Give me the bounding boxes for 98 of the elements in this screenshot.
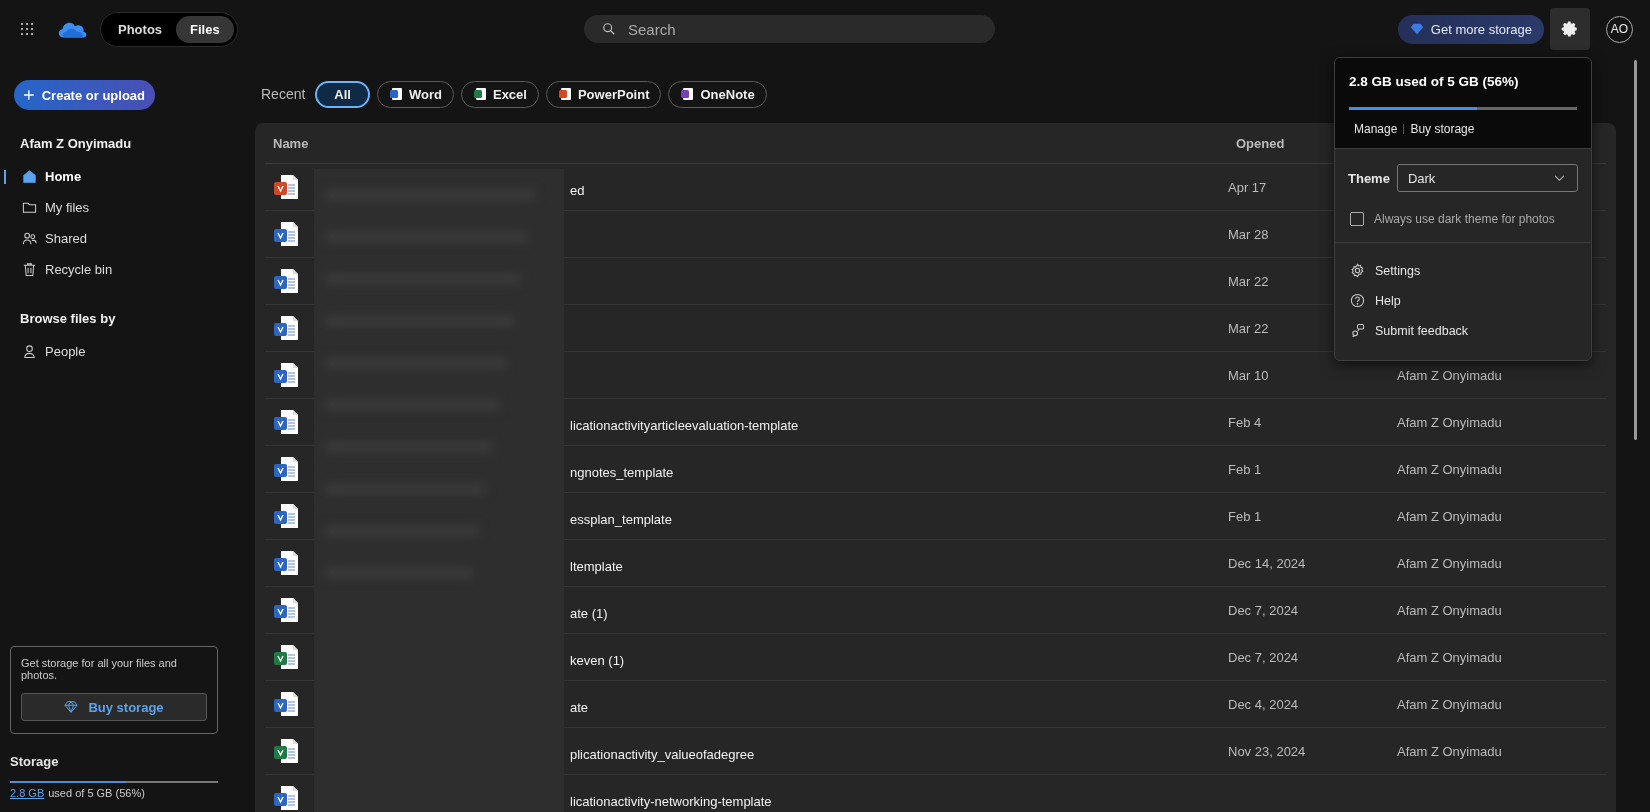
storage-heading: Storage <box>10 754 60 769</box>
opened-date: Dec 7, 2024 <box>1228 602 1299 618</box>
opened-date: Apr 17 <box>1228 179 1267 195</box>
filter-chip[interactable]: All <box>315 80 370 108</box>
excel-file-icon <box>273 737 299 765</box>
word-file-icon <box>273 361 299 389</box>
nav-item[interactable]: Recycle bin <box>0 254 240 285</box>
word-file-icon <box>273 314 299 342</box>
person-icon <box>22 344 37 359</box>
word-app-icon <box>389 87 403 101</box>
view-tab[interactable]: Files <box>176 15 234 43</box>
word-file-icon <box>273 220 299 248</box>
file-name[interactable]: plicationactivity_valueofadegree <box>570 747 755 762</box>
trash-icon <box>22 262 37 277</box>
search-field[interactable]: Search <box>584 15 995 43</box>
theme-dropdown[interactable]: Dark <box>1396 164 1578 192</box>
opened-date: Mar 22 <box>1228 273 1269 289</box>
file-name[interactable]: ngnotes_template <box>570 465 674 480</box>
file-name[interactable]: licationactivityarticleevaluation-template <box>570 418 799 433</box>
create-button[interactable]: Create or upload <box>14 80 155 110</box>
checkbox[interactable] <box>1350 212 1364 226</box>
word-file-icon <box>273 690 299 718</box>
word-file-icon <box>273 784 299 812</box>
owner-name: Afam Z Onyimadu <box>1397 555 1502 571</box>
opened-date: Mar 28 <box>1228 226 1269 242</box>
menu-link[interactable]: Manage <box>1354 122 1398 136</box>
scrollbar-thumb[interactable] <box>1634 60 1637 440</box>
diamond-icon <box>1409 22 1424 36</box>
feedback-icon <box>1350 323 1365 338</box>
owner-name: Afam Z Onyimadu <box>1397 649 1502 665</box>
buy-storage-button[interactable]: Buy storage <box>21 693 207 721</box>
menu-link[interactable]: Buy storage <box>1410 122 1475 136</box>
file-name[interactable]: ate (1) <box>570 606 608 621</box>
excel-file-icon <box>273 643 299 671</box>
file-name[interactable]: ltemplate <box>570 559 623 574</box>
opened-date: Feb 1 <box>1228 508 1262 524</box>
settings-icon <box>1561 20 1579 38</box>
storage-text: used of 5 GB (56%) <box>48 787 145 799</box>
storage-used-link[interactable]: 2.8 GB <box>10 787 45 799</box>
home-icon <box>22 169 37 184</box>
checkbox-label: Always use dark theme for photos <box>1374 212 1555 226</box>
menu-item[interactable]: Settings <box>1350 263 1576 278</box>
promo-text: Get storage for all your files and photos. <box>21 657 178 681</box>
owner-name: Afam Z Onyimadu <box>1397 367 1502 383</box>
storage-usage-text: 2.8 GB used of 5 GB (56%) <box>1349 74 1520 89</box>
nav-item[interactable]: Home <box>0 161 240 192</box>
powerpoint-app-icon <box>557 87 572 101</box>
owner-name: Afam Z Onyimadu <box>1397 508 1502 524</box>
word-file-icon <box>273 502 299 530</box>
file-name[interactable]: keven (1) <box>570 653 625 668</box>
file-name[interactable]: licationactivity-networking-template <box>570 794 772 809</box>
app-launcher-icon[interactable] <box>20 22 34 36</box>
settings-button[interactable] <box>1550 8 1590 50</box>
view-tab[interactable]: Photos <box>104 15 177 43</box>
section-heading: Browse files by <box>20 311 117 326</box>
user-name: Afam Z Onyimadu <box>20 136 133 151</box>
nav-item[interactable]: People <box>0 336 240 367</box>
opened-date: Nov 23, 2024 <box>1228 743 1306 759</box>
column-header[interactable]: Name <box>265 135 1236 151</box>
owner-name: Afam Z Onyimadu <box>1397 743 1502 759</box>
help-icon <box>1350 293 1365 308</box>
people-icon <box>22 231 37 246</box>
menu-item[interactable]: Help <box>1350 293 1576 308</box>
word-file-icon <box>273 267 299 295</box>
opened-date: Mar 22 <box>1228 320 1269 336</box>
owner-name: Afam Z Onyimadu <box>1397 414 1502 430</box>
file-name[interactable]: essplan_template <box>570 512 672 527</box>
chevron-down-icon <box>1554 174 1565 182</box>
excel-app-icon <box>472 87 487 101</box>
opened-date: Dec 7, 2024 <box>1228 649 1299 665</box>
folder-icon <box>22 200 37 215</box>
search-icon <box>602 22 616 36</box>
onenote-app-icon <box>680 87 695 101</box>
diamond-icon <box>64 700 79 714</box>
word-file-icon <box>273 455 299 483</box>
word-file-icon <box>273 408 299 436</box>
filter-label: Recent <box>261 86 306 102</box>
search-input[interactable]: Search <box>626 19 981 39</box>
opened-date: Feb 4 <box>1228 414 1262 430</box>
theme-label: Theme <box>1348 170 1390 186</box>
owner-name: Afam Z Onyimadu <box>1397 461 1502 477</box>
gear-icon <box>1350 263 1365 278</box>
opened-date: Mar 10 <box>1228 367 1269 383</box>
nav-item[interactable]: My files <box>0 192 240 223</box>
word-file-icon <box>273 549 299 577</box>
powerpoint-file-icon <box>273 173 299 201</box>
opened-date: Feb 1 <box>1228 461 1262 477</box>
menu-item[interactable]: Submit feedback <box>1350 323 1576 338</box>
file-name[interactable]: ed <box>570 183 585 198</box>
opened-date: Dec 14, 2024 <box>1228 555 1306 571</box>
get-more-storage-button[interactable]: Get more storage <box>1397 14 1544 44</box>
file-name[interactable]: ate <box>570 700 589 715</box>
opened-date: Dec 4, 2024 <box>1228 696 1299 712</box>
nav-item[interactable]: Shared <box>0 223 240 254</box>
owner-name: Afam Z Onyimadu <box>1397 602 1502 618</box>
owner-name: Afam Z Onyimadu <box>1397 696 1502 712</box>
word-file-icon <box>273 596 299 624</box>
plus-icon <box>24 89 34 101</box>
